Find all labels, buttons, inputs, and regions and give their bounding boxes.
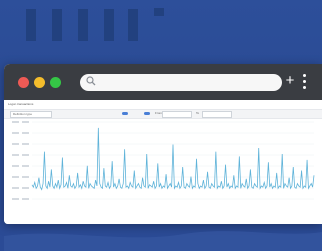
minimize-button[interactable] xyxy=(34,77,45,88)
decorative-bar xyxy=(78,9,88,41)
toggle-switch[interactable] xyxy=(144,112,150,115)
toggle-switch[interactable] xyxy=(122,112,128,115)
y-tick-label xyxy=(12,176,19,178)
filter-bar: Definition type From To xyxy=(4,109,322,119)
y-tick-label xyxy=(12,165,19,167)
y-tick-label xyxy=(12,198,19,200)
decorative-bar xyxy=(128,9,138,41)
series-line xyxy=(31,127,315,191)
decorative-bar xyxy=(26,9,36,41)
browser-window: + Logon transactions Definition type Fro… xyxy=(4,64,322,224)
address-bar[interactable] xyxy=(80,74,282,91)
from-date-input[interactable] xyxy=(162,111,192,118)
y-tick-label xyxy=(22,143,29,145)
from-label: From xyxy=(155,111,162,115)
close-button[interactable] xyxy=(18,77,29,88)
browser-titlebar: + xyxy=(4,64,322,100)
page-title: Logon transactions xyxy=(8,102,34,106)
to-date-input[interactable] xyxy=(202,111,232,118)
chart-area xyxy=(10,119,318,205)
y-tick-label xyxy=(22,132,29,134)
background-wave xyxy=(4,231,322,251)
decorative-bar xyxy=(52,9,62,41)
maximize-button[interactable] xyxy=(50,77,61,88)
decorative-bar xyxy=(104,9,114,41)
decorative-square xyxy=(154,8,164,16)
page-content: Logon transactions Definition type From … xyxy=(4,100,322,224)
new-tab-button[interactable]: + xyxy=(284,71,296,91)
y-tick-label xyxy=(12,154,19,156)
y-tick-label xyxy=(12,121,19,123)
y-tick-label xyxy=(22,154,29,156)
line-chart xyxy=(12,121,315,200)
definition-select[interactable]: Definition type xyxy=(10,111,52,118)
search-icon xyxy=(86,76,96,86)
y-axis-ticks xyxy=(12,121,29,200)
chart-footer xyxy=(122,207,212,212)
more-menu-icon[interactable] xyxy=(303,74,307,90)
y-tick-label xyxy=(12,143,19,145)
y-tick-label xyxy=(22,165,29,167)
y-tick-label xyxy=(22,198,29,200)
background-decoration xyxy=(0,0,322,70)
y-tick-label xyxy=(12,187,19,189)
y-tick-label xyxy=(22,176,29,178)
to-label: To xyxy=(196,111,200,115)
y-tick-label xyxy=(22,121,29,123)
y-tick-label xyxy=(22,187,29,189)
definition-select-value: Definition type xyxy=(13,112,33,116)
y-tick-label xyxy=(12,132,19,134)
